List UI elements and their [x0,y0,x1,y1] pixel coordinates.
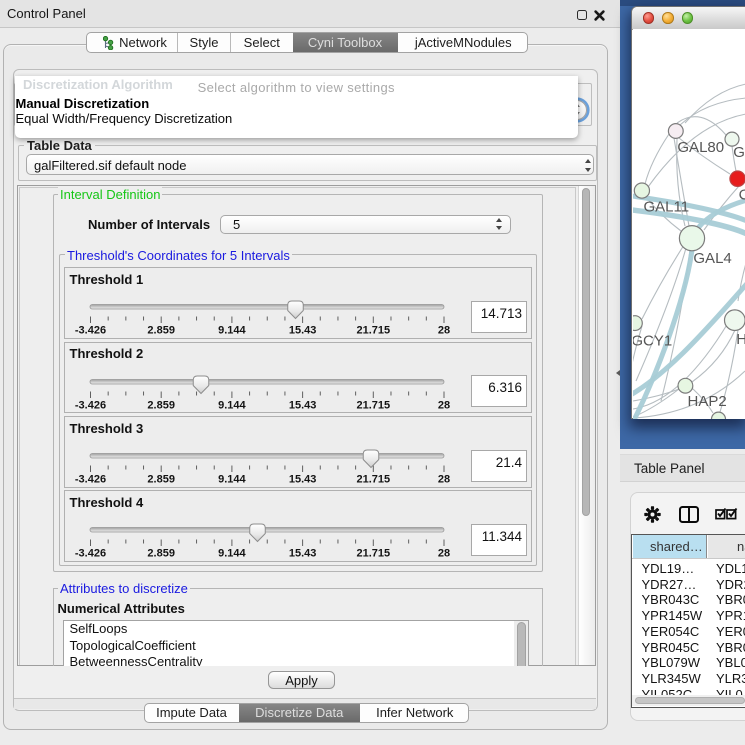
svg-text:2.859: 2.859 [147,548,175,560]
svg-text:-3.426: -3.426 [74,548,105,560]
svg-text:2.859: 2.859 [147,325,175,337]
svg-text:15.43: 15.43 [288,325,316,337]
svg-text:21.715: 21.715 [356,399,390,411]
svg-text:21.715: 21.715 [356,474,390,486]
svg-text:15.43: 15.43 [288,548,316,560]
svg-text:9.144: 9.144 [218,474,246,486]
svg-text:15.43: 15.43 [288,399,316,411]
svg-text:2.859: 2.859 [147,474,175,486]
svg-text:-3.426: -3.426 [74,325,105,337]
svg-text:2.859: 2.859 [147,399,175,411]
svg-text:HAP2: HAP2 [688,393,727,410]
svg-text:21.715: 21.715 [356,325,390,337]
svg-text:-3.426: -3.426 [74,474,105,486]
svg-text:15.43: 15.43 [288,474,316,486]
svg-text:GCY1: GCY1 [633,332,672,349]
svg-text:21.715: 21.715 [356,548,390,560]
svg-text:9.144: 9.144 [218,548,246,560]
svg-text:H: H [736,331,745,348]
svg-text:GAL11: GAL11 [644,198,690,215]
svg-text:28: 28 [437,548,449,560]
svg-text:GAL80: GAL80 [677,139,724,156]
svg-text:9.144: 9.144 [218,399,246,411]
svg-text:28: 28 [437,399,449,411]
svg-text:C: C [739,186,745,203]
svg-text:28: 28 [437,325,449,337]
svg-text:-3.426: -3.426 [74,399,105,411]
svg-text:GA: GA [733,144,745,161]
svg-text:9.144: 9.144 [218,325,246,337]
svg-text:28: 28 [437,474,449,486]
svg-text:GAL4: GAL4 [693,250,731,267]
